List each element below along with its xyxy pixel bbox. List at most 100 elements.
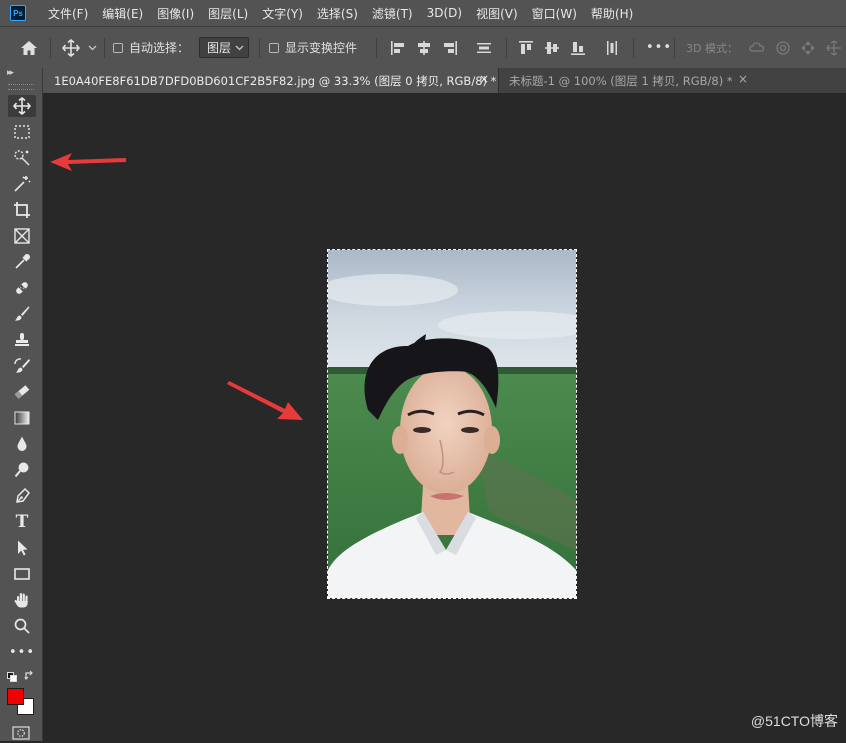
tab-document-2[interactable]: 未标题-1 @ 100% (图层 1 拷贝, RGB/8) * × [498, 68, 757, 93]
frame-tool[interactable] [8, 225, 36, 247]
gradient-tool[interactable] [8, 407, 36, 429]
blur-tool[interactable] [8, 433, 36, 455]
distribute-horizontal-icon[interactable] [604, 27, 620, 68]
align-left-icon[interactable] [390, 27, 406, 68]
slide-3d-icon[interactable] [826, 27, 842, 68]
menu-edit[interactable]: 编辑(E) [102, 5, 143, 22]
dodge-icon [14, 462, 29, 478]
eraser-tool[interactable] [8, 381, 36, 403]
tab-title: 1E0A40FE8F61DB7DFD0BD601CF2B5F82.jpg @ 3… [54, 73, 497, 88]
align-vertical-center-icon[interactable] [544, 27, 560, 68]
checkbox-box[interactable] [269, 42, 279, 53]
align-right-icon[interactable] [442, 27, 458, 68]
brush-icon [15, 306, 30, 321]
clone-stamp-icon [15, 333, 29, 346]
mode-3d-label: 3D 模式： [686, 41, 738, 55]
default-colors-icon[interactable] [7, 671, 17, 685]
tab-document-1[interactable]: 1E0A40FE8F61DB7DFD0BD601CF2B5F82.jpg @ 3… [43, 68, 498, 93]
menu-layer[interactable]: 图层(L) [208, 5, 248, 22]
orbit-3d-icon[interactable] [748, 27, 766, 68]
show-transform-label: 显示变换控件 [285, 41, 358, 55]
separator [50, 38, 51, 58]
rect-marquee-icon [14, 125, 30, 139]
align-top-icon[interactable] [518, 27, 534, 68]
auto-select-target-dropdown[interactable]: 图层 [199, 37, 249, 58]
watermark: @51CTO博客 [750, 713, 838, 729]
chevron-down-icon[interactable] [88, 27, 97, 68]
frame-icon [14, 228, 30, 244]
menu-3d[interactable]: 3D(D) [427, 6, 462, 20]
type-tool[interactable]: T [8, 511, 36, 533]
checkbox-box[interactable] [113, 42, 123, 53]
healing-brush-tool[interactable] [8, 277, 36, 299]
menu-file[interactable]: 文件(F) [48, 5, 88, 22]
separator [104, 38, 105, 58]
crop-icon [14, 202, 30, 218]
pen-icon [16, 487, 30, 503]
magic-wand-tool[interactable] [8, 173, 36, 195]
pen-tool[interactable] [8, 485, 36, 507]
healing-brush-icon [16, 282, 28, 294]
crop-tool[interactable] [8, 199, 36, 221]
path-selection-tool[interactable] [8, 537, 36, 559]
zoom-tool[interactable] [8, 615, 36, 637]
menu-view[interactable]: 视图(V) [476, 5, 518, 22]
menu-window[interactable]: 窗口(W) [532, 5, 577, 22]
separator [376, 38, 377, 58]
pan-3d-icon[interactable] [800, 27, 816, 68]
separator [506, 38, 507, 58]
separator [674, 38, 675, 58]
document-tab-bar: 1E0A40FE8F61DB7DFD0BD601CF2B5F82.jpg @ 3… [43, 68, 846, 93]
close-icon[interactable]: × [738, 72, 748, 86]
move-icon [13, 97, 31, 115]
home-icon[interactable] [20, 27, 38, 68]
align-bottom-icon[interactable] [570, 27, 586, 68]
blur-icon [17, 436, 27, 451]
move-tool[interactable] [8, 95, 36, 117]
eyedropper-icon [15, 253, 31, 269]
quick-selection-icon [14, 150, 30, 166]
roll-3d-icon[interactable] [775, 27, 791, 68]
path-selection-icon [18, 540, 28, 556]
photoshop-logo: Ps [10, 5, 26, 21]
chevron-down-icon [235, 45, 244, 51]
zoom-icon [14, 618, 30, 634]
separator [633, 38, 634, 58]
eyedropper-tool[interactable] [8, 251, 36, 273]
menu-filter[interactable]: 滤镜(T) [372, 5, 413, 22]
rectangular-marquee-tool[interactable] [8, 121, 36, 143]
history-brush-tool[interactable] [8, 355, 36, 377]
rectangle-icon [14, 568, 30, 580]
rectangle-tool[interactable] [8, 563, 36, 585]
show-transform-checkbox[interactable]: 显示变换控件 [269, 27, 357, 68]
more-options-button[interactable]: ••• [646, 27, 672, 68]
annotation-arrow-icon [227, 381, 303, 420]
brush-tool[interactable] [8, 303, 36, 325]
quick-selection-tool[interactable] [8, 147, 36, 169]
menu-image[interactable]: 图像(I) [157, 5, 194, 22]
gradient-icon [14, 411, 30, 425]
quick-mask-icon[interactable] [12, 726, 30, 743]
align-horizontal-center-icon[interactable] [416, 27, 432, 68]
panel-grip[interactable] [8, 84, 34, 90]
foreground-color-swatch[interactable] [7, 688, 24, 705]
canvas-area[interactable]: @51CTO博客 [43, 93, 846, 741]
menu-type[interactable]: 文字(Y) [262, 5, 303, 22]
collapse-panel-button[interactable]: ▸▸ [7, 68, 14, 78]
menu-help[interactable]: 帮助(H) [591, 5, 633, 22]
move-tool-preset-icon[interactable] [62, 27, 80, 68]
menu-select[interactable]: 选择(S) [317, 5, 358, 22]
swap-colors-icon[interactable] [24, 670, 35, 684]
hand-tool[interactable] [8, 589, 36, 611]
auto-select-checkbox[interactable]: 自动选择： [113, 27, 189, 68]
document-canvas-photo[interactable] [328, 250, 576, 598]
annotation-arrow-icon [50, 153, 126, 171]
close-icon[interactable]: × [479, 72, 489, 86]
clone-stamp-tool[interactable] [8, 329, 36, 351]
dodge-tool[interactable] [8, 459, 36, 481]
more-tools-button[interactable]: ••• [8, 641, 36, 663]
hand-icon [14, 593, 28, 608]
history-brush-icon [14, 358, 30, 373]
distribute-vertical-icon[interactable] [476, 27, 492, 68]
auto-select-label: 自动选择： [129, 41, 190, 55]
